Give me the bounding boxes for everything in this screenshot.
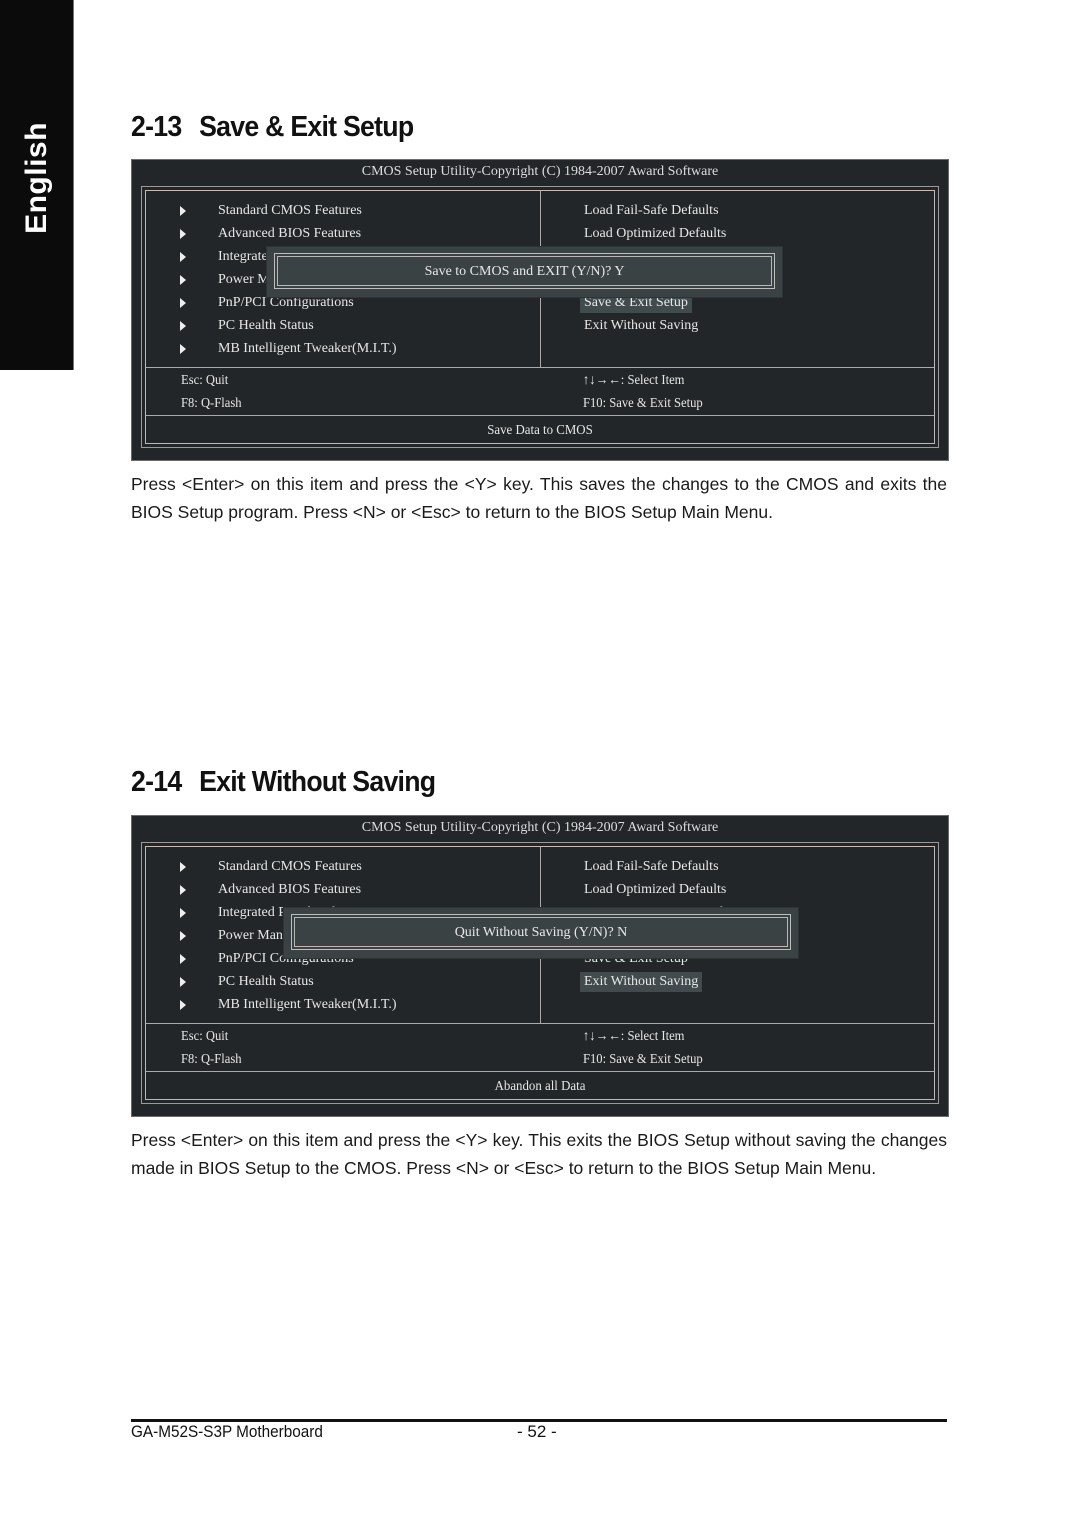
section-heading: Save & Exit Setup — [199, 111, 414, 143]
dialog-message: Save to CMOS and EXIT (Y/N)? Y — [424, 264, 625, 279]
confirm-dialog[interactable]: Quit Without Saving (Y/N)? N — [284, 908, 798, 958]
bios-menu-item[interactable]: Load Optimized Defaults — [580, 880, 730, 900]
divider — [146, 1071, 934, 1072]
submenu-arrow-icon — [180, 862, 186, 872]
divider — [146, 1023, 934, 1024]
bios-outer-frame: Standard CMOS Features Advanced BIOS Feat… — [141, 186, 939, 448]
key-hint-f8: F8: Q-Flash — [181, 1052, 242, 1067]
submenu-arrow-icon — [180, 908, 186, 918]
section-number: 2-14 — [131, 766, 182, 798]
key-hint-esc: Esc: Quit — [181, 373, 229, 388]
submenu-arrow-icon — [180, 885, 186, 895]
bios-menu-item[interactable]: Exit Without Saving — [580, 316, 702, 336]
submenu-arrow-icon — [180, 252, 186, 262]
divider — [146, 415, 934, 416]
language-label: English — [20, 122, 53, 234]
bios-inner-frame: Standard CMOS Features Advanced BIOS Feat… — [145, 846, 935, 1100]
submenu-arrow-icon — [180, 321, 186, 331]
bios-menu-item[interactable]: Load Fail-Safe Defaults — [580, 857, 723, 877]
bios-title: CMOS Setup Utility-Copyright (C) 1984-20… — [361, 164, 719, 179]
bios-menu-item[interactable]: MB Intelligent Tweaker(M.I.T.) — [218, 995, 397, 1015]
submenu-arrow-icon — [180, 344, 186, 354]
bios-status-line: Abandon all Data — [494, 1079, 586, 1094]
section-heading: Exit Without Saving — [199, 766, 436, 798]
section-description: Press <Enter> on this item and press the… — [131, 474, 947, 522]
bios-status-line: Save Data to CMOS — [487, 423, 593, 438]
key-hint-select: ↑↓→←: Select Item — [583, 373, 685, 388]
bios-screen-exit-without-saving: CMOS Setup Utility-Copyright (C) 1984-20… — [131, 815, 949, 1117]
footer-page-number: - 52 - — [517, 1422, 557, 1441]
bios-menu-item[interactable]: PC Health Status — [218, 972, 314, 992]
bios-menu-item[interactable]: Standard CMOS Features — [218, 857, 362, 877]
section-description: Press <Enter> on this item and press the… — [131, 1130, 947, 1178]
confirm-dialog[interactable]: Save to CMOS and EXIT (Y/N)? Y — [267, 247, 782, 297]
bios-inner-frame: Standard CMOS Features Advanced BIOS Feat… — [145, 190, 935, 444]
bios-menu-item[interactable]: Advanced BIOS Features — [218, 224, 361, 244]
language-tab: English — [0, 0, 74, 370]
bios-title: CMOS Setup Utility-Copyright (C) 1984-20… — [361, 820, 719, 835]
bios-menu-item[interactable]: Load Optimized Defaults — [580, 224, 730, 244]
bios-screen-save-exit: CMOS Setup Utility-Copyright (C) 1984-20… — [131, 159, 949, 461]
key-hint-f8: F8: Q-Flash — [181, 396, 242, 411]
submenu-arrow-icon — [180, 1000, 186, 1010]
bios-menu-item[interactable]: PC Health Status — [218, 316, 314, 336]
submenu-arrow-icon — [180, 931, 186, 941]
divider — [146, 367, 934, 368]
section-title-save-exit: 2-13 Save & Exit Setup — [131, 111, 414, 144]
submenu-arrow-icon — [180, 977, 186, 987]
bios-menu-item[interactable]: Advanced BIOS Features — [218, 880, 361, 900]
section-title-exit-without-saving: 2-14 Exit Without Saving — [131, 766, 436, 799]
bios-menu-item[interactable]: Standard CMOS Features — [218, 201, 362, 221]
section-number: 2-13 — [131, 111, 182, 143]
key-hint-f10: F10: Save & Exit Setup — [583, 1052, 703, 1067]
bios-menu-item[interactable]: MB Intelligent Tweaker(M.I.T.) — [218, 339, 397, 359]
dialog-message: Quit Without Saving (Y/N)? N — [454, 925, 628, 940]
key-hint-select: ↑↓→←: Select Item — [583, 1029, 685, 1044]
submenu-arrow-icon — [180, 275, 186, 285]
submenu-arrow-icon — [180, 954, 186, 964]
bios-menu-item[interactable]: Load Fail-Safe Defaults — [580, 201, 723, 221]
key-hint-esc: Esc: Quit — [181, 1029, 229, 1044]
key-hint-f10: F10: Save & Exit Setup — [583, 396, 703, 411]
submenu-arrow-icon — [180, 298, 186, 308]
submenu-arrow-icon — [180, 206, 186, 216]
submenu-arrow-icon — [180, 229, 186, 239]
bios-menu-item-selected[interactable]: Exit Without Saving — [580, 972, 703, 992]
footer-model: GA-M52S-S3P Motherboard — [131, 1422, 323, 1441]
bios-outer-frame: Standard CMOS Features Advanced BIOS Feat… — [141, 842, 939, 1104]
